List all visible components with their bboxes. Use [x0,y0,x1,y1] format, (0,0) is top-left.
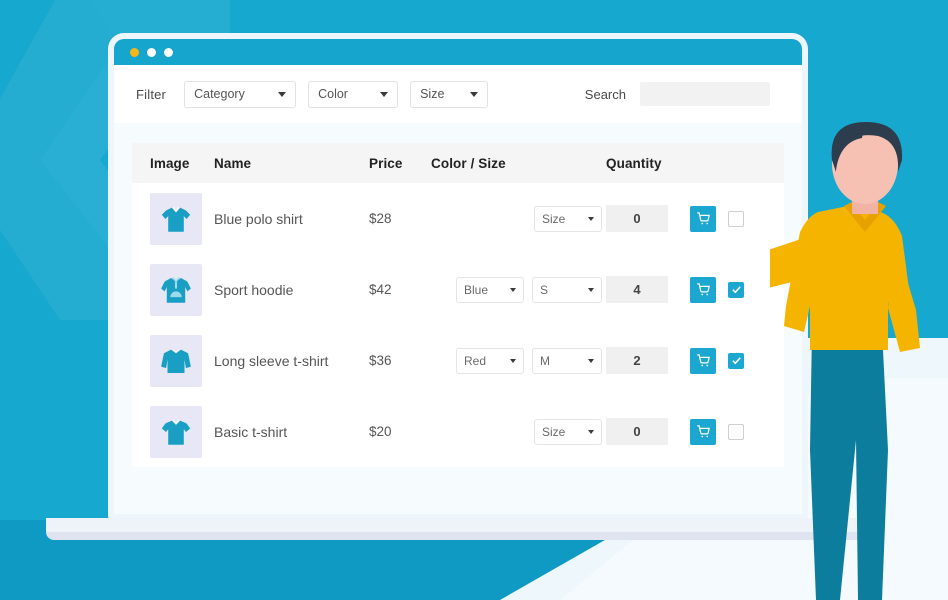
browser-window: Filter Category Color Size Search Image … [108,33,808,520]
add-to-cart-button[interactable] [690,418,716,445]
cart-icon [696,212,710,225]
filter-label: Filter [136,86,167,102]
color-select-value: Color [318,87,348,101]
pants [810,330,888,600]
column-header-name: Name [214,155,252,171]
tshirt-icon [150,405,202,458]
cart-icon [696,425,710,438]
product-thumbnail-cell [132,334,214,387]
row-actions [690,347,744,374]
add-to-cart-button[interactable] [690,205,716,232]
product-price: $28 [369,211,392,226]
column-header-image: Image [150,155,190,171]
product-name: Sport hoodie [214,281,294,298]
polo-shirt-icon [150,192,202,245]
column-header-quantity: Quantity [606,155,662,171]
table-row: Long sleeve t-shirt $36 Red M 2 [132,325,784,396]
color-select[interactable]: Color [308,80,399,108]
search-label: Search [584,86,626,102]
table-row: Blue polo shirt $28 Size 0 [132,183,784,254]
size-select-value: Size [420,87,445,101]
row-checkbox[interactable] [728,281,744,298]
chevron-down-icon [278,91,287,97]
check-icon [731,357,741,365]
column-header-colorsize: Color / Size [431,155,506,171]
products-table: Image Name Price Color / Size Quantity B… [132,143,784,467]
product-price: $20 [369,424,392,439]
page-canvas: Image Name Price Color / Size Quantity B… [114,123,802,514]
row-actions [690,205,744,232]
table-row: Sport hoodie $42 Blue S 4 [132,254,784,325]
row-checkbox[interactable] [728,352,744,369]
row-size-value: S [540,282,549,297]
quantity-value[interactable]: 0 [606,205,668,232]
cart-icon [696,354,710,367]
quantity-value[interactable]: 4 [606,276,668,303]
product-name: Long sleeve t-shirt [214,352,329,369]
column-header-price: Price [369,155,403,171]
laptop-mockup: Filter Category Color Size Search Image … [46,33,870,540]
row-size-select[interactable]: M [532,347,602,374]
row-size-select[interactable]: Size [534,205,602,232]
row-actions [690,418,744,445]
hoodie-icon [150,263,202,316]
product-thumbnail-cell [132,405,214,458]
chevron-down-icon [588,216,594,221]
product-name: Basic t-shirt [214,423,288,440]
window-minimize-dot[interactable] [147,47,156,57]
product-thumbnail-cell [132,263,214,316]
filter-bar: Filter Category Color Size Search [114,65,802,123]
chevron-down-icon [510,358,516,363]
row-actions [690,276,744,303]
chevron-down-icon [380,91,389,97]
browser-titlebar [114,39,802,65]
row-checkbox[interactable] [728,423,744,440]
chevron-down-icon [510,287,516,292]
chevron-down-icon [588,358,594,363]
color-size-cell: Red M [431,347,606,374]
row-size-value: M [540,353,550,368]
row-color-value: Blue [464,282,489,297]
long-sleeve-icon [150,334,202,387]
row-color-select[interactable]: Blue [456,276,524,303]
category-select-value: Category [194,87,245,101]
chevron-down-icon [588,429,594,434]
quantity-value[interactable]: 2 [606,347,668,374]
table-header-row: Image Name Price Color / Size Quantity [132,143,784,183]
product-thumbnail-cell [132,192,214,245]
quantity-value[interactable]: 0 [606,418,668,445]
cart-icon [696,283,710,296]
person-pointing [770,122,920,600]
color-size-cell: Blue S [431,276,606,303]
chevron-down-icon [470,91,479,97]
color-size-cell: Size [431,205,606,232]
row-size-select[interactable]: S [532,276,602,303]
window-close-dot[interactable] [130,47,139,57]
row-size-value: Size [542,211,566,226]
table-row: Basic t-shirt $20 Size 0 [132,396,784,467]
add-to-cart-button[interactable] [690,276,716,303]
search-area: Search [585,82,780,106]
row-color-value: Red [464,353,487,368]
chevron-down-icon [588,287,594,292]
product-name: Blue polo shirt [214,210,303,227]
window-maximize-dot[interactable] [164,47,173,57]
add-to-cart-button[interactable] [690,347,716,374]
check-icon [731,286,741,294]
color-size-cell: Size [431,418,606,445]
search-input[interactable] [640,82,770,106]
row-checkbox[interactable] [728,210,744,227]
row-color-select[interactable]: Red [456,347,524,374]
row-size-value: Size [542,424,566,439]
row-size-select[interactable]: Size [534,418,602,445]
category-select[interactable]: Category [184,80,297,108]
size-select[interactable]: Size [410,80,489,108]
product-price: $36 [369,353,392,368]
product-price: $42 [369,282,392,297]
laptop-base [46,518,870,540]
